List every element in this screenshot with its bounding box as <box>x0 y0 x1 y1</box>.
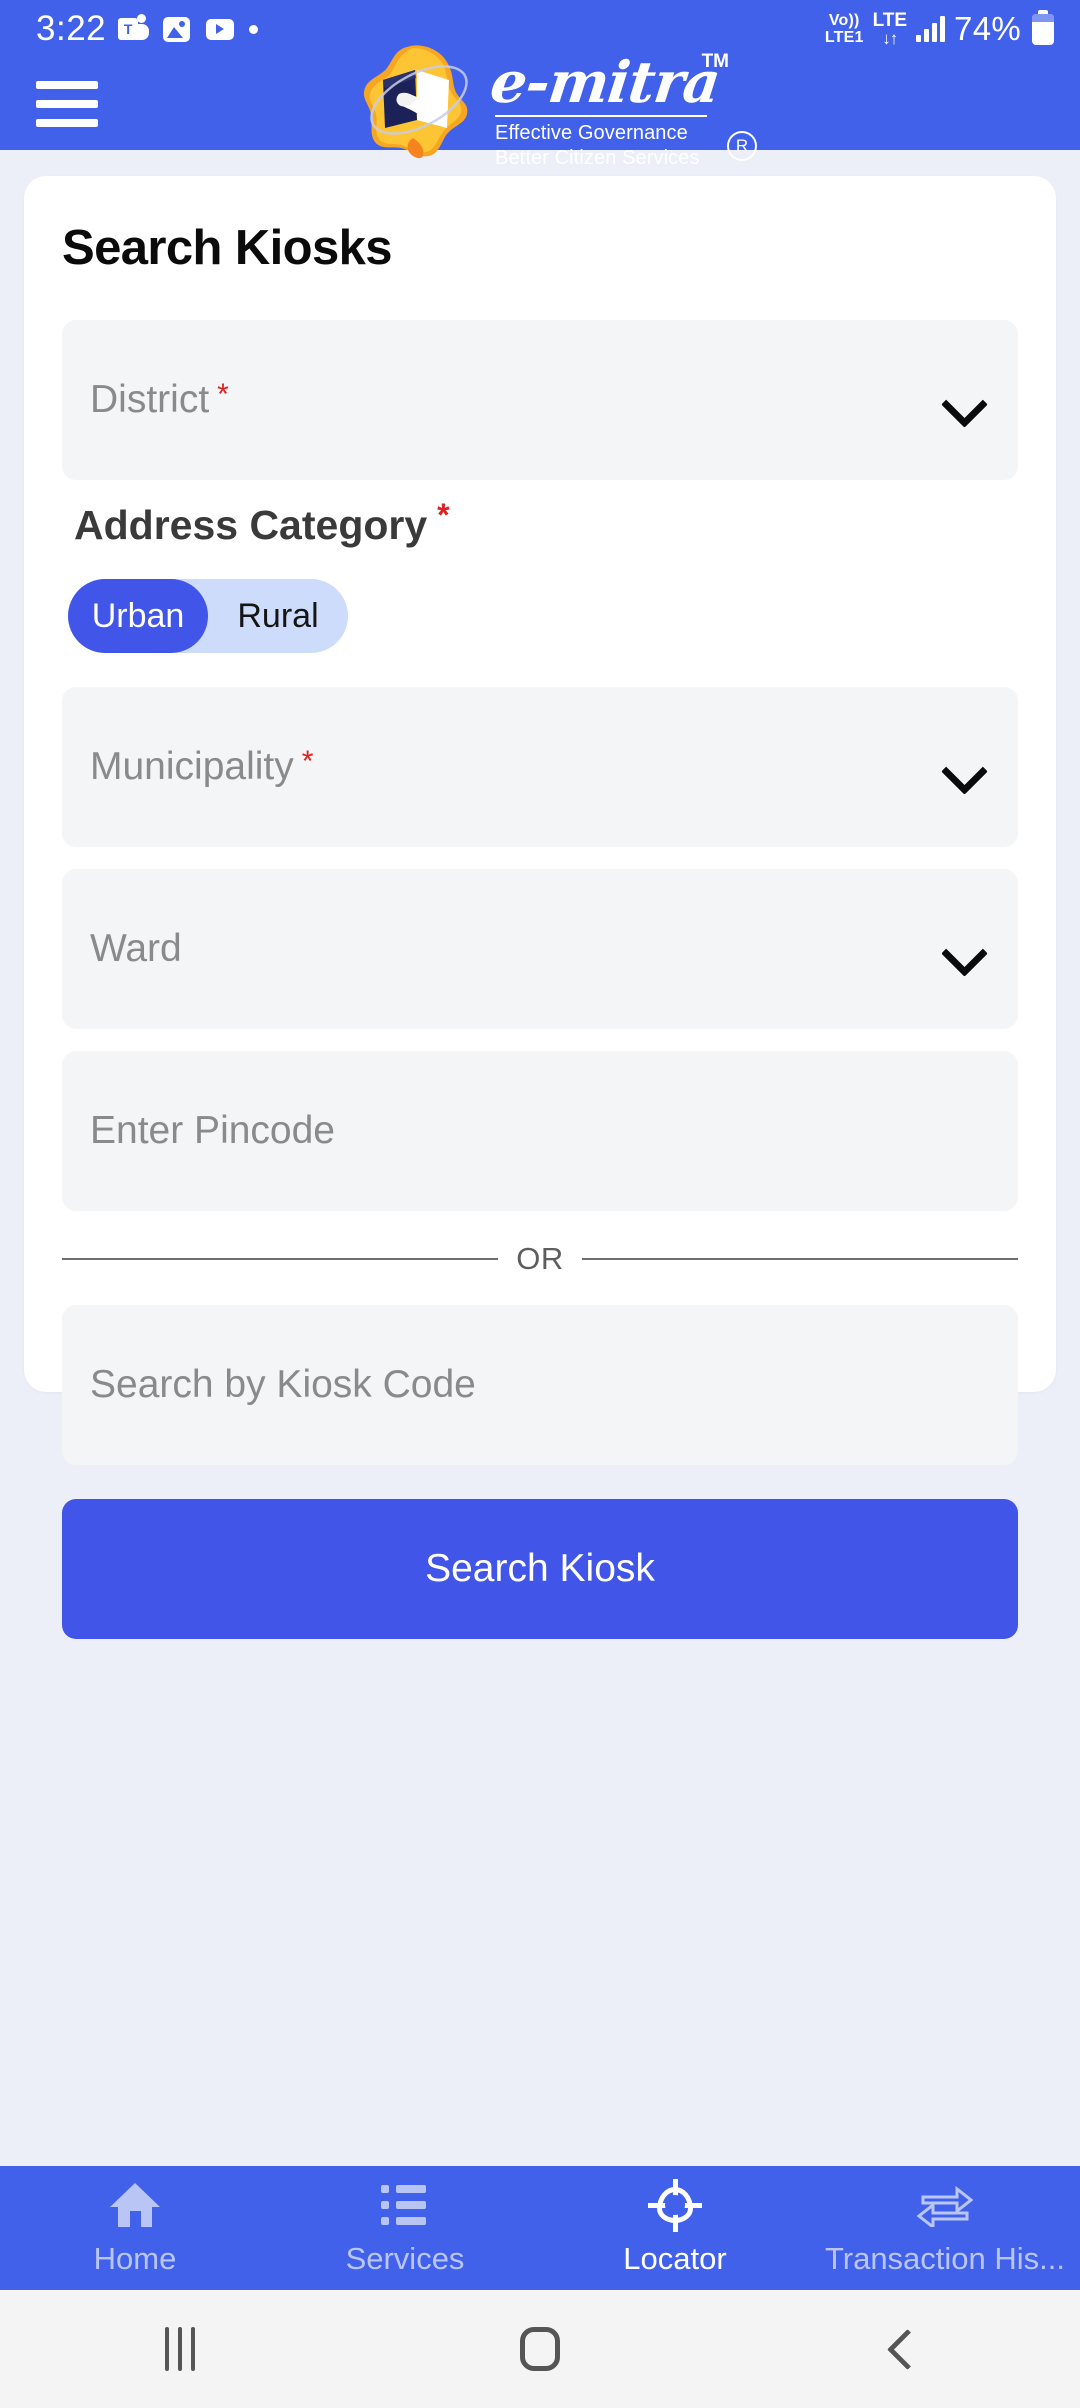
data-transfer-arrows-icon: ↓↑ <box>882 28 898 48</box>
toggle-option-rural[interactable]: Rural <box>208 579 348 653</box>
search-kiosks-card: Search Kiosks District * Address Categor… <box>24 176 1056 1639</box>
android-system-nav <box>0 2290 1080 2408</box>
status-bar-left: 3:22 T <box>36 9 259 49</box>
search-kiosk-button[interactable]: Search Kiosk <box>62 1499 1018 1639</box>
hamburger-menu-icon[interactable] <box>36 81 98 127</box>
chevron-down-icon[interactable] <box>942 379 984 421</box>
divider-label: OR <box>516 1241 564 1276</box>
dot-icon <box>249 24 259 34</box>
ward-select[interactable]: Ward <box>62 869 1018 1029</box>
pincode-input[interactable]: Enter Pincode <box>62 1051 1018 1211</box>
nav-label-transaction-history: Transaction His... <box>824 2241 1066 2276</box>
nav-item-services[interactable]: Services <box>270 2179 540 2277</box>
brand-name: e-mitra <box>486 49 724 116</box>
home-square-icon[interactable] <box>360 2327 720 2371</box>
district-required-asterisk: * <box>217 378 229 411</box>
nav-label-locator: Locator <box>623 2241 727 2276</box>
address-category-text: Address Category <box>74 502 428 548</box>
bottom-navigation: Home Services Locator Transaction His... <box>0 2166 1080 2290</box>
district-placeholder: District <box>90 378 210 421</box>
divider-line-left <box>62 1258 499 1260</box>
nav-label-home: Home <box>93 2241 177 2276</box>
status-bar: 3:22 T Vo)) LTE1 LTE ↓↑ 74% <box>0 0 1080 58</box>
back-chevron-icon[interactable] <box>720 2332 1080 2366</box>
district-select[interactable]: District * <box>62 320 1018 480</box>
locator-crosshair-icon <box>648 2179 702 2232</box>
app-header: e-mitra TM Effective Governance Better C… <box>0 45 1080 169</box>
image-icon <box>161 14 192 45</box>
district-label: District * <box>90 378 229 422</box>
or-divider: OR <box>62 1241 1018 1277</box>
nav-item-locator[interactable]: Locator <box>540 2179 810 2277</box>
kiosk-code-input[interactable]: Search by Kiosk Code <box>62 1305 1018 1465</box>
ward-label: Ward <box>90 927 182 971</box>
nav-item-home[interactable]: Home <box>0 2179 270 2277</box>
recents-icon[interactable] <box>0 2327 360 2371</box>
ward-placeholder: Ward <box>90 927 182 970</box>
battery-percent-label: 74% <box>954 10 1021 47</box>
tagline-line-1: Effective Governance <box>495 122 688 144</box>
municipality-select[interactable]: Municipality * <box>62 687 1018 847</box>
toggle-option-urban[interactable]: Urban <box>68 579 208 653</box>
battery-icon <box>1032 9 1054 45</box>
transaction-arrows-icon <box>917 2179 973 2231</box>
municipality-required-asterisk: * <box>301 745 314 778</box>
chevron-down-icon[interactable] <box>942 928 984 970</box>
volte-top-label: Vo)) <box>828 12 860 29</box>
nav-label-services: Services <box>345 2241 465 2276</box>
status-bar-right: Vo)) LTE1 LTE ↓↑ 74% <box>825 9 1054 48</box>
divider-line-right <box>581 1258 1018 1260</box>
phone-screen: 3:22 T Vo)) LTE1 LTE ↓↑ 74% e-mitra TM E… <box>0 0 1080 2408</box>
municipality-placeholder: Municipality <box>90 745 294 788</box>
page-title: Search Kiosks <box>62 221 393 275</box>
status-time: 3:22 <box>36 9 107 48</box>
lte-label: LTE <box>872 9 908 31</box>
brand-divider <box>495 115 707 117</box>
lte-indicator: LTE ↓↑ <box>872 9 908 48</box>
list-icon <box>381 2179 429 2231</box>
app-logo: e-mitra TM Effective Governance Better C… <box>0 42 1080 169</box>
address-category-toggle[interactable]: Urban Rural <box>68 579 348 653</box>
volte-icon: Vo)) LTE1 <box>825 12 864 46</box>
municipality-label: Municipality * <box>90 745 313 789</box>
nav-item-transaction-history[interactable]: Transaction His... <box>810 2179 1080 2277</box>
youtube-icon <box>204 14 235 45</box>
address-category-label: Address Category * <box>74 497 1018 549</box>
pincode-placeholder: Enter Pincode <box>90 1109 335 1152</box>
home-icon <box>110 2179 160 2231</box>
brand-lockup: e-mitra TM Effective Governance Better C… <box>486 49 757 169</box>
kiosk-code-placeholder: Search by Kiosk Code <box>90 1363 476 1406</box>
chevron-down-icon[interactable] <box>942 746 984 788</box>
teams-icon: T <box>118 13 150 45</box>
signal-bars-icon <box>916 16 946 42</box>
address-category-required-asterisk: * <box>437 497 450 533</box>
emitra-logo-icon <box>353 42 483 160</box>
page-content: Search Kiosks District * Address Categor… <box>0 150 1080 2166</box>
volte-bottom-label: LTE1 <box>824 29 864 46</box>
